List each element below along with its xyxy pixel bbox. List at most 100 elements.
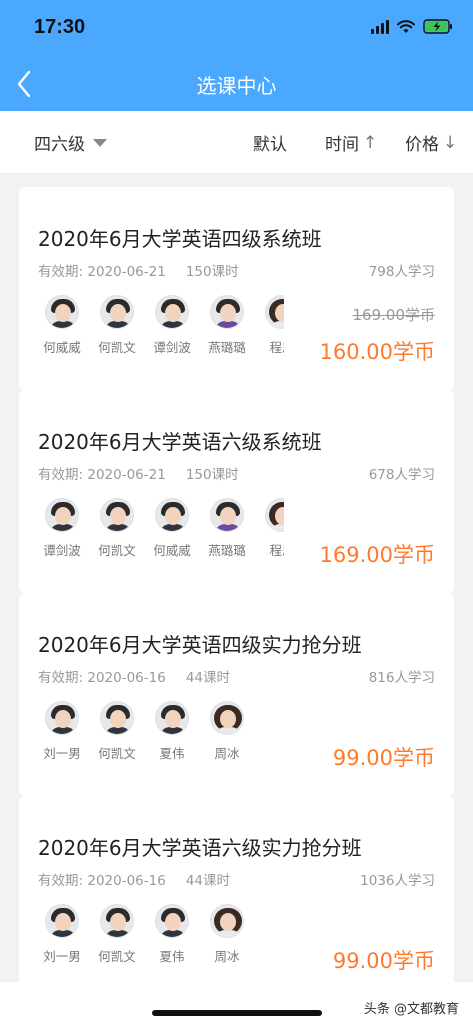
teacher[interactable]: 刘一男 [38,701,92,761]
course-meta: 有效期: 2020-06-21 150课时 [38,260,239,280]
course-price: 99.00学币 [332,949,435,973]
valid-label: 有效期: [38,670,84,686]
teacher[interactable]: 程思 [252,295,284,355]
teacher-avatar [210,498,244,532]
student-count: 798人学习 [368,264,435,280]
level-dropdown-label: 四六级 [34,135,85,155]
course-price: 169.00学币 [319,543,435,567]
valid-date: 2020-06-21 [87,467,166,483]
teacher-avatar [265,498,284,532]
teacher-name: 何凯文 [98,746,136,761]
teacher-name: 谭剑波 [153,340,191,355]
teacher-name: 程思 [269,340,284,355]
teacher-list: 刘一男 何凯文 夏伟 周冰 [38,904,284,964]
status-time: 17:30 [34,16,86,38]
teacher-name: 刘一男 [43,949,81,964]
teacher[interactable]: 谭剑波 [142,295,202,355]
teacher-name: 何凯文 [98,340,136,355]
course-card[interactable]: 2020年6月大学英语六级实力抢分班 有效期: 2020-06-16 44课时 … [19,796,454,999]
teacher-avatar [45,498,79,532]
teacher-list: 刘一男 何凯文 夏伟 周冰 [38,701,284,761]
teacher[interactable]: 夏伟 [142,701,202,761]
teacher[interactable]: 何凯文 [87,701,147,761]
status-bar: 17:30 [0,0,473,56]
teacher-avatar [155,904,189,938]
sort-price-button[interactable]: 价格 ↓ [405,130,458,156]
battery-charging-icon [423,19,452,34]
arrow-up-icon: ↑ [363,132,378,153]
sort-price-label: 价格 [405,135,439,155]
sort-default-button[interactable]: 默认 [253,130,287,155]
lesson-count: 150课时 [185,467,239,483]
course-card[interactable]: 2020年6月大学英语四级系统班 有效期: 2020-06-21 150课时 7… [19,187,454,390]
teacher[interactable]: 周冰 [197,701,257,761]
teacher-name: 程思 [269,543,284,558]
course-price: 99.00学币 [332,746,435,770]
teacher-list: 何威威 何凯文 谭剑波 燕璐璐 程思 [38,295,284,355]
teacher[interactable]: 燕璐璐 [197,498,257,558]
student-count: 816人学习 [368,670,435,686]
valid-label: 有效期: [38,467,84,483]
student-count: 1036人学习 [360,873,435,889]
teacher-avatar [100,701,134,735]
course-meta: 有效期: 2020-06-16 44课时 [38,869,230,889]
course-title: 2020年6月大学英语四级实力抢分班 [38,633,362,657]
status-icons [371,19,453,34]
teacher-name: 刘一男 [43,746,81,761]
teacher[interactable]: 夏伟 [142,904,202,964]
teacher-name: 何威威 [43,340,81,355]
teacher[interactable]: 何凯文 [87,498,147,558]
page-title: 选课中心 [196,74,277,98]
teacher-avatar [265,295,284,329]
teacher-name: 谭剑波 [43,543,81,558]
teacher[interactable]: 周冰 [197,904,257,964]
teacher-avatar [155,701,189,735]
teacher-name: 周冰 [214,949,240,964]
course-price: 160.00学币 [319,340,435,364]
teacher-list: 谭剑波 何凯文 何威威 燕璐璐 程思 [38,498,284,558]
home-indicator[interactable] [152,1010,322,1016]
teacher-name: 何凯文 [98,949,136,964]
lesson-count: 44课时 [185,873,231,889]
course-card[interactable]: 2020年6月大学英语四级实力抢分班 有效期: 2020-06-16 44课时 … [19,593,454,796]
signal-icon [371,19,389,34]
caret-down-icon [93,138,107,147]
sort-time-button[interactable]: 时间 ↑ [325,130,378,156]
arrow-down-icon: ↓ [443,132,458,153]
teacher-avatar [100,295,134,329]
watermark: 头条 @文都教育 [363,1002,459,1017]
teacher[interactable]: 何凯文 [87,295,147,355]
course-title: 2020年6月大学英语六级系统班 [38,430,322,454]
lesson-count: 150课时 [185,264,239,280]
teacher[interactable]: 何威威 [38,295,92,355]
teacher-avatar [155,295,189,329]
teacher-name: 夏伟 [159,949,185,964]
valid-label: 有效期: [38,264,84,280]
lesson-count: 44课时 [185,670,231,686]
original-price: 169.00学币 [352,306,436,324]
teacher-avatar [100,498,134,532]
teacher[interactable]: 谭剑波 [38,498,92,558]
teacher[interactable]: 何凯文 [87,904,147,964]
teacher-avatar [100,904,134,938]
nav-bar: 选课中心 [0,56,473,111]
teacher-avatar [45,904,79,938]
teacher-avatar [155,498,189,532]
teacher[interactable]: 燕璐璐 [197,295,257,355]
course-card[interactable]: 2020年6月大学英语六级系统班 有效期: 2020-06-21 150课时 6… [19,390,454,593]
teacher[interactable]: 何威威 [142,498,202,558]
teacher[interactable]: 刘一男 [38,904,92,964]
course-meta: 有效期: 2020-06-16 44课时 [38,666,230,686]
teacher-avatar [210,295,244,329]
teacher-name: 何威威 [153,543,191,558]
sort-default-label: 默认 [253,135,287,155]
level-dropdown[interactable]: 四六级 [34,130,107,155]
course-title: 2020年6月大学英语六级实力抢分班 [38,836,362,860]
home-bar: 头条 @文都教育 [0,982,473,1025]
wifi-icon [397,19,415,33]
teacher[interactable]: 程思 [252,498,284,558]
teacher-avatar [210,904,244,938]
valid-label: 有效期: [38,873,84,889]
course-meta: 有效期: 2020-06-21 150课时 [38,463,239,483]
filter-bar: 四六级 默认 时间 ↑ 价格 ↓ [0,111,473,174]
